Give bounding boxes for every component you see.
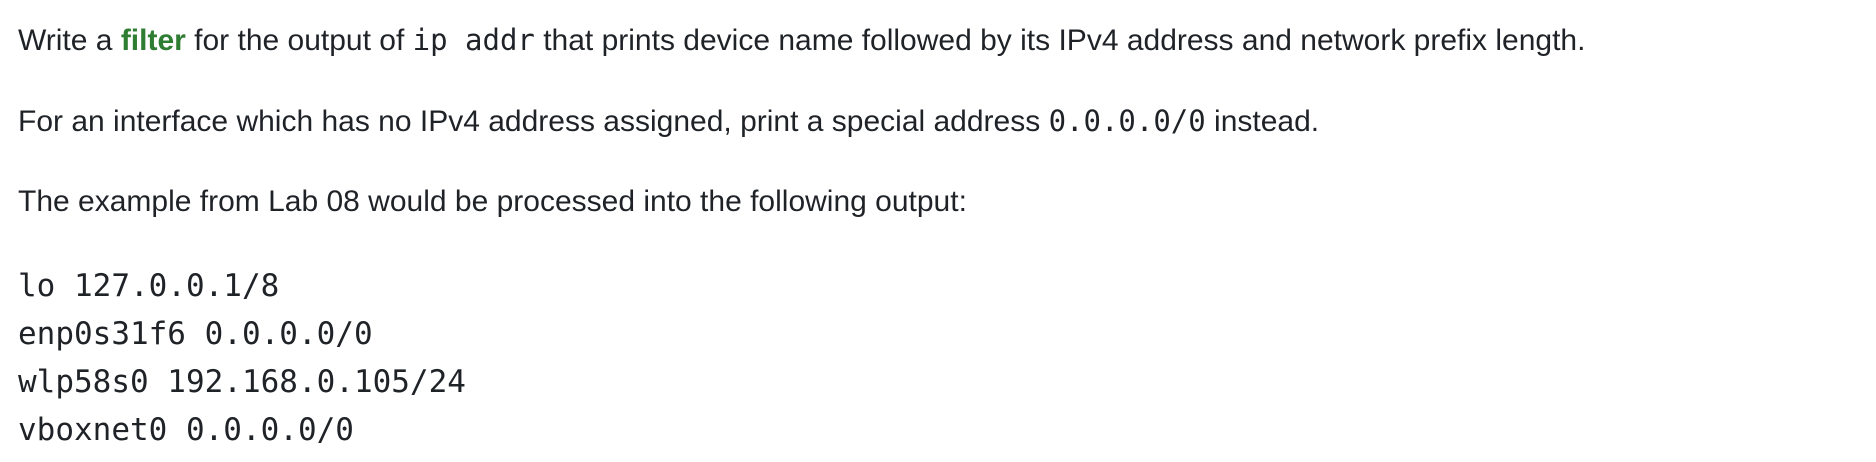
filter-link[interactable]: filter <box>121 24 186 57</box>
output-line: enp0s31f6 0.0.0.0/0 <box>18 316 373 352</box>
instruction-text-middle: for the output of <box>185 24 413 57</box>
instruction-text-start: Write a <box>18 24 121 57</box>
inline-code-special-address: 0.0.0.0/0 <box>1048 104 1206 138</box>
output-line: wlp58s0 192.168.0.105/24 <box>18 364 466 400</box>
special-address-text-end: instead. <box>1205 105 1320 138</box>
special-address-paragraph: For an interface which has no IPv4 addre… <box>18 103 1319 140</box>
example-intro-paragraph: The example from Lab 08 would be process… <box>18 185 967 218</box>
instruction-paragraph: Write a filter for the output of ip addr… <box>18 22 1585 59</box>
output-line: lo 127.0.0.1/8 <box>18 268 280 304</box>
instruction-text-end: that prints device name followed by its … <box>534 24 1586 57</box>
inline-code-ip-addr: ip addr <box>412 23 535 57</box>
special-address-text-start: For an interface which has no IPv4 addre… <box>18 105 1049 138</box>
example-output-block: lo 127.0.0.1/8 enp0s31f6 0.0.0.0/0 wlp58s0… <box>18 262 466 454</box>
output-line: vboxnet0 0.0.0.0/0 <box>18 412 354 448</box>
